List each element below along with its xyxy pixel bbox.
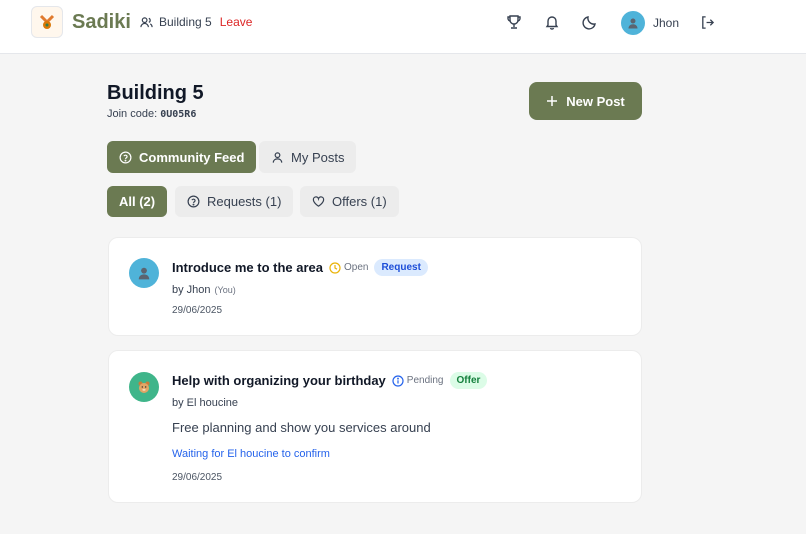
filter-offers[interactable]: Offers (1) xyxy=(300,186,399,217)
info-icon xyxy=(392,374,404,387)
join-code-value: 0U05R6 xyxy=(160,109,197,120)
filter-all[interactable]: All (2) xyxy=(107,186,168,217)
heart-icon xyxy=(312,196,325,207)
tab-my-posts[interactable]: My Posts xyxy=(259,141,357,173)
post-card[interactable]: Introduce me to the area Open Request by… xyxy=(108,237,642,336)
status-text: Pending xyxy=(406,375,444,386)
bell-icon[interactable] xyxy=(543,13,561,31)
post-date: 29/06/2025 xyxy=(172,305,223,316)
author-avatar xyxy=(129,258,159,288)
top-bar: Sadiki Building 5 Leave Jhon xyxy=(0,0,806,54)
tab-community-feed[interactable]: Community Feed xyxy=(107,141,257,173)
page-title: Building 5 xyxy=(107,82,204,104)
waiting-confirmation[interactable]: Waiting for El houcine to confirm xyxy=(172,448,330,460)
logo-icon xyxy=(39,14,55,29)
filter-label: Requests (1) xyxy=(207,194,282,209)
tab-label: My Posts xyxy=(291,149,345,165)
filter-label: All (2) xyxy=(119,194,156,209)
post-author: by El houcine xyxy=(172,397,238,409)
type-badge: Offer xyxy=(449,372,488,389)
post-title: Introduce me to the area xyxy=(172,260,323,275)
filter-label: Offers (1) xyxy=(332,194,387,209)
post-header: Introduce me to the area Open Request xyxy=(172,259,428,276)
bear-avatar-icon xyxy=(138,381,150,393)
post-author: by Jhon (You) xyxy=(172,284,236,296)
user-name: Jhon xyxy=(653,16,680,30)
post-date: 29/06/2025 xyxy=(172,472,223,483)
type-badge: Request xyxy=(374,259,428,276)
logout-icon[interactable] xyxy=(698,13,716,31)
logo[interactable] xyxy=(31,6,63,38)
author-avatar xyxy=(129,372,159,402)
current-building: Building 5 Leave xyxy=(140,15,252,29)
building-name: Building 5 xyxy=(159,15,212,29)
users-icon xyxy=(140,16,153,27)
status-text: Open xyxy=(343,262,369,273)
post-title: Help with organizing your birthday xyxy=(172,373,386,388)
tab-label: Community Feed xyxy=(139,149,245,165)
author-name: by El houcine xyxy=(172,397,239,409)
user-avatar-icon xyxy=(138,267,150,280)
you-tag: (You) xyxy=(214,285,236,295)
status-badge: Pending xyxy=(392,374,444,387)
join-code-label: Join code: xyxy=(107,108,158,120)
post-card[interactable]: Help with organizing your birthday Pendi… xyxy=(108,350,642,503)
avatar xyxy=(621,11,645,35)
filter-requests[interactable]: Requests (1) xyxy=(175,186,294,217)
moon-icon[interactable] xyxy=(581,13,599,31)
status-badge: Open xyxy=(329,261,369,274)
new-post-label: New Post xyxy=(566,93,625,109)
user-avatar-icon xyxy=(628,18,638,29)
help-circle-icon xyxy=(187,195,200,208)
new-post-button[interactable]: New Post xyxy=(529,82,642,120)
author-name: by Jhon xyxy=(172,284,211,296)
post-description: Free planning and show you services arou… xyxy=(172,420,431,435)
brand-name[interactable]: Sadiki xyxy=(72,11,131,34)
join-code: Join code: 0U05R6 xyxy=(107,108,196,120)
post-header: Help with organizing your birthday Pendi… xyxy=(172,372,488,389)
plus-icon xyxy=(547,96,558,106)
trophy-icon[interactable] xyxy=(505,13,523,31)
clock-icon xyxy=(329,261,341,274)
leave-link[interactable]: Leave xyxy=(220,15,253,29)
help-circle-icon xyxy=(119,151,132,163)
user-icon xyxy=(272,151,283,163)
user-menu[interactable]: Jhon xyxy=(621,11,679,35)
